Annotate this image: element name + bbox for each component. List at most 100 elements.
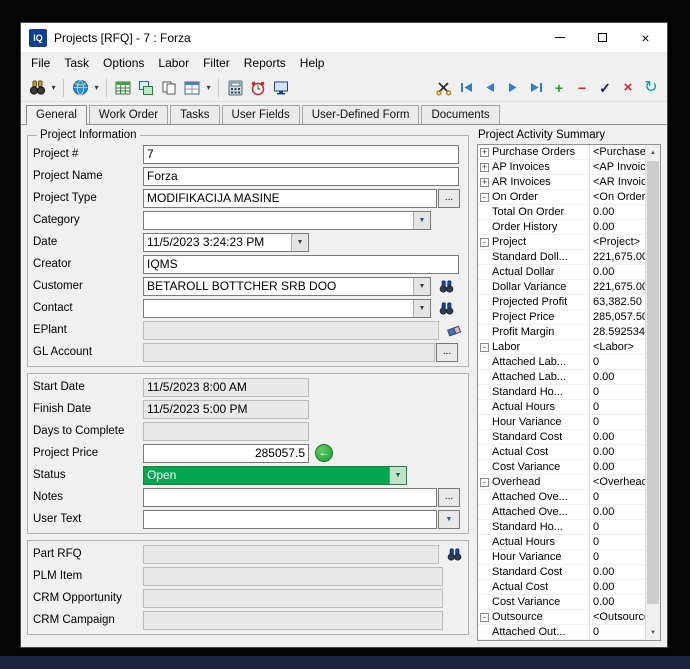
activity-row[interactable]: Actual Hours0 bbox=[478, 400, 645, 415]
project-name-input[interactable] bbox=[143, 167, 459, 186]
copy-button[interactable] bbox=[158, 77, 180, 99]
activity-row[interactable]: Order History0.00 bbox=[478, 220, 645, 235]
tab-work-order[interactable]: Work Order bbox=[89, 105, 168, 124]
find-dropdown-icon[interactable]: ▾ bbox=[49, 83, 58, 92]
date-input[interactable] bbox=[143, 233, 309, 252]
menu-item-help[interactable]: Help bbox=[293, 53, 332, 73]
delete-record-button[interactable]: − bbox=[571, 77, 593, 99]
activity-row[interactable]: -Outsource<Outsource> bbox=[478, 610, 645, 625]
scroll-up-icon[interactable]: ▲ bbox=[646, 145, 660, 160]
project-number-input[interactable] bbox=[143, 145, 459, 164]
calculator-button[interactable] bbox=[224, 77, 246, 99]
activity-row[interactable]: Standard Cost0.00 bbox=[478, 565, 645, 580]
user-text-dropdown-button[interactable]: ▼ bbox=[438, 510, 460, 529]
menu-item-file[interactable]: File bbox=[24, 53, 57, 73]
collapse-icon[interactable]: - bbox=[480, 193, 489, 202]
menu-item-filter[interactable]: Filter bbox=[196, 53, 237, 73]
expand-icon[interactable]: + bbox=[480, 163, 489, 172]
activity-row[interactable]: Cost Variance0.00 bbox=[478, 460, 645, 475]
creator-input[interactable] bbox=[143, 255, 459, 274]
find-button[interactable] bbox=[26, 77, 48, 99]
eplant-clear-button[interactable] bbox=[444, 321, 464, 340]
expand-icon[interactable]: + bbox=[480, 148, 489, 157]
activity-row[interactable]: Standard Ho...0 bbox=[478, 385, 645, 400]
project-price-input[interactable] bbox=[143, 444, 309, 463]
status-dropdown-button[interactable]: ▼ bbox=[389, 467, 406, 484]
activity-row[interactable]: -Labor<Labor> bbox=[478, 340, 645, 355]
expand-icon[interactable]: + bbox=[480, 178, 489, 187]
activity-row[interactable]: Attached Ove...0 bbox=[478, 490, 645, 505]
menu-item-reports[interactable]: Reports bbox=[237, 53, 293, 73]
activity-row[interactable]: Actual Hours0 bbox=[478, 535, 645, 550]
collapse-icon[interactable]: - bbox=[480, 238, 489, 247]
activity-row[interactable]: Cost Variance0.00 bbox=[478, 595, 645, 610]
first-record-button[interactable] bbox=[456, 77, 478, 99]
activity-row[interactable]: Attached Out...0 bbox=[478, 625, 645, 640]
grid-view-button[interactable] bbox=[181, 77, 203, 99]
activity-row[interactable]: Hour Variance0 bbox=[478, 550, 645, 565]
activity-row[interactable]: Projected Profit63,382.50 bbox=[478, 295, 645, 310]
contact-input[interactable] bbox=[143, 299, 431, 318]
activity-row[interactable]: Hour Variance0 bbox=[478, 415, 645, 430]
customer-dropdown-button[interactable]: ▼ bbox=[413, 278, 430, 295]
activity-row[interactable]: Dollar Variance221,675.00 bbox=[478, 280, 645, 295]
menu-item-task[interactable]: Task bbox=[57, 53, 96, 73]
tab-user-defined-form[interactable]: User-Defined Form bbox=[302, 105, 420, 124]
tile-windows-button[interactable] bbox=[135, 77, 157, 99]
collapse-icon[interactable]: - bbox=[480, 343, 489, 352]
part-rfq-search-button[interactable] bbox=[444, 545, 464, 564]
category-input[interactable] bbox=[143, 211, 431, 230]
refresh-button[interactable]: ↻ bbox=[640, 77, 662, 99]
wizard-button[interactable] bbox=[433, 77, 455, 99]
project-type-lookup-button[interactable]: ... bbox=[438, 189, 460, 208]
notes-editor-button[interactable]: ... bbox=[438, 488, 460, 507]
tab-general[interactable]: General bbox=[26, 105, 87, 125]
activity-row[interactable]: +AR Invoices<AR Invoices> bbox=[478, 175, 645, 190]
grid-dropdown-icon[interactable]: ▾ bbox=[204, 83, 213, 92]
tab-user-fields[interactable]: User Fields bbox=[222, 105, 300, 124]
monitor-button[interactable] bbox=[270, 77, 292, 99]
activity-row[interactable]: Standard Ho...0 bbox=[478, 520, 645, 535]
activity-row[interactable]: Attached Lab...0.00 bbox=[478, 370, 645, 385]
activity-row[interactable]: Project Price285,057.50 bbox=[478, 310, 645, 325]
minimize-button[interactable] bbox=[538, 23, 581, 52]
price-recalc-button[interactable]: ← bbox=[315, 444, 333, 462]
activity-row[interactable]: Profit Margin28.592534 bbox=[478, 325, 645, 340]
contact-search-button[interactable] bbox=[436, 299, 456, 318]
prior-record-button[interactable] bbox=[479, 77, 501, 99]
collapse-icon[interactable]: - bbox=[480, 478, 489, 487]
category-dropdown-button[interactable]: ▼ bbox=[413, 212, 430, 229]
vertical-scrollbar[interactable]: ▲ ▼ bbox=[645, 145, 660, 640]
customer-input[interactable] bbox=[143, 277, 431, 296]
menu-item-labor[interactable]: Labor bbox=[151, 53, 196, 73]
contact-dropdown-button[interactable]: ▼ bbox=[413, 300, 430, 317]
activity-row[interactable]: +Purchase Orders<Purchase Ord bbox=[478, 145, 645, 160]
next-record-button[interactable] bbox=[502, 77, 524, 99]
activity-row[interactable]: Actual Cost0.00 bbox=[478, 580, 645, 595]
activity-row[interactable]: Actual Dollar0.00 bbox=[478, 265, 645, 280]
collapse-icon[interactable]: - bbox=[480, 613, 489, 622]
date-dropdown-button[interactable]: ▼ bbox=[291, 234, 308, 251]
activity-row[interactable]: Actual Cost0.00 bbox=[478, 445, 645, 460]
activity-row[interactable]: Attached Ove...0.00 bbox=[478, 505, 645, 520]
activity-row[interactable]: -On Order<On Order> bbox=[478, 190, 645, 205]
alarm-clock-button[interactable] bbox=[247, 77, 269, 99]
cancel-edit-button[interactable]: × bbox=[617, 77, 639, 99]
system-dropdown-icon[interactable]: ▾ bbox=[92, 83, 101, 92]
close-button[interactable]: × bbox=[624, 23, 667, 52]
activity-row[interactable]: Standard Doll...221,675.00 bbox=[478, 250, 645, 265]
activity-row[interactable]: -Overhead<Overhead> bbox=[478, 475, 645, 490]
gl-account-lookup-button[interactable]: ... bbox=[436, 343, 458, 362]
excel-export-button[interactable] bbox=[112, 77, 134, 99]
activity-row[interactable]: +AP Invoices<AP Invoices> bbox=[478, 160, 645, 175]
activity-row[interactable]: Total On Order0.00 bbox=[478, 205, 645, 220]
system-globe-button[interactable] bbox=[69, 77, 91, 99]
customer-search-button[interactable] bbox=[436, 277, 456, 296]
last-record-button[interactable] bbox=[525, 77, 547, 99]
tab-documents[interactable]: Documents bbox=[421, 105, 499, 124]
insert-record-button[interactable]: + bbox=[548, 77, 570, 99]
tab-tasks[interactable]: Tasks bbox=[170, 105, 219, 124]
project-type-input[interactable] bbox=[143, 189, 437, 208]
post-edit-button[interactable]: ✓ bbox=[594, 77, 616, 99]
activity-row[interactable]: Attached Lab...0 bbox=[478, 355, 645, 370]
